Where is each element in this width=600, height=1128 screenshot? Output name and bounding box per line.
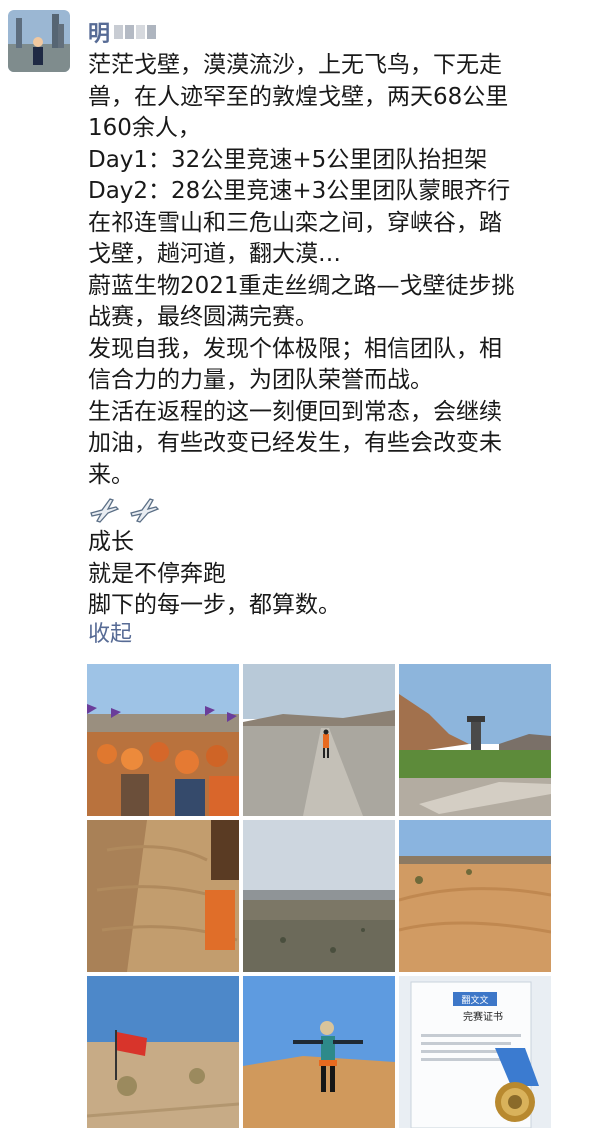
post-line: 戈壁，趟河道，翻大漠… <box>88 241 341 267</box>
avatar-photo-icon <box>8 10 70 72</box>
avatar[interactable] <box>8 10 70 72</box>
post-line: 来。 <box>88 461 134 488</box>
photo-grid: 翻文文 完赛证书 <box>87 664 551 1128</box>
post-line: 信合力的力量，为团队荣誉而战。 <box>88 367 433 393</box>
photo-certificate-medal[interactable]: 翻文文 完赛证书 <box>399 976 551 1128</box>
airplane-icon <box>130 498 160 523</box>
username-mosaic <box>114 25 157 39</box>
post-line: 茫茫戈壁，漠漠流沙，上无飞鸟，下无走 <box>88 52 502 78</box>
post-line: 160余人， <box>88 115 201 141</box>
post-line: 脚下的每一步，都算数。 <box>88 592 341 618</box>
certificate-title: 完赛证书 <box>463 1010 503 1023</box>
airplane-icon <box>90 498 120 523</box>
photo-sand-dunes[interactable] <box>399 820 551 972</box>
post-line: Day2：28公里竞速+3公里团队蒙眼齐行 <box>88 178 511 204</box>
post-content: 茫茫戈壁，漠漠流沙，上无飞鸟，下无走 兽，在人迹罕至的敦煌戈壁，两天68公里 1… <box>88 50 593 622</box>
post-line: 生活在返程的这一刻便回到常态，会继续 <box>88 398 502 425</box>
post-line: 战赛，最终圆满完赛。 <box>88 304 318 330</box>
collapse-link[interactable]: 收起 <box>88 616 132 648</box>
photo-hiker-dune[interactable] <box>243 976 395 1128</box>
post-line: 成长 <box>88 529 134 555</box>
post-line: 就是不停奔跑 <box>88 560 226 587</box>
post-line: 加油，有些改变已经发生，有些会改变未 <box>88 430 502 456</box>
username[interactable]: 明 <box>88 12 157 52</box>
photo-runner-road[interactable] <box>243 664 395 816</box>
emoji-row <box>88 491 593 527</box>
post-line: 发现自我，发现个体极限；相信团队，相 <box>88 335 502 362</box>
photo-tower-river[interactable] <box>399 664 551 816</box>
photo-sand-slope[interactable] <box>87 820 239 972</box>
photo-crowd-flags[interactable] <box>87 664 239 816</box>
username-text[interactable]: 明 <box>88 16 110 48</box>
post-line: 在祁连雪山和三危山栾之间，穿峡谷，踏 <box>88 209 502 236</box>
post-line: Day1：32公里竞速+5公里团队抬担架 <box>88 146 488 173</box>
post-line: 蔚蓝生物2021重走丝绸之路—戈壁徒步挑 <box>88 272 515 299</box>
certificate-label: 翻文文 <box>461 994 488 1006</box>
photo-red-flag-desert[interactable] <box>87 976 239 1128</box>
post-line: 兽，在人迹罕至的敦煌戈壁，两天68公里 <box>88 83 509 110</box>
photo-plain-horizon[interactable] <box>243 820 395 972</box>
